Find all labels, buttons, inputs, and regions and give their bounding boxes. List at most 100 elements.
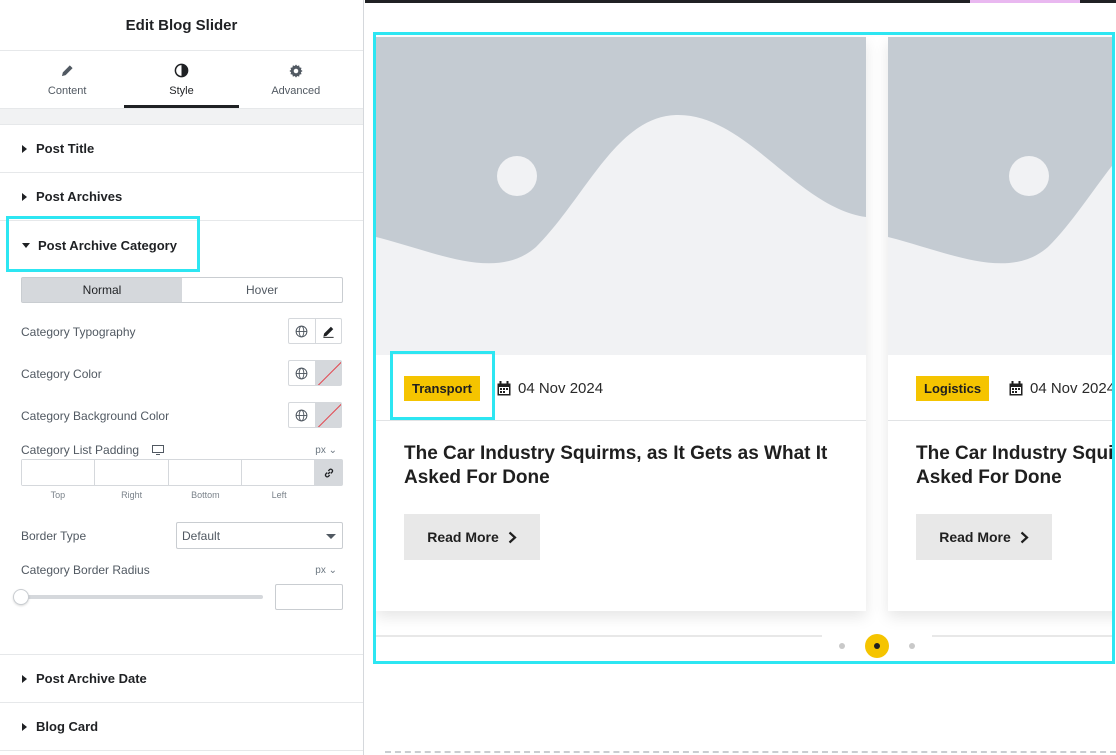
pencil-icon: [61, 63, 74, 79]
color-swatch[interactable]: [315, 361, 341, 385]
read-more-button[interactable]: Read More: [404, 514, 540, 560]
category-bg-color-label: Category Background Color: [21, 409, 170, 423]
section-label: Post Archives: [36, 189, 123, 204]
panel-title: Edit Blog Slider: [0, 0, 363, 51]
state-toggle: Normal Hover: [21, 277, 343, 303]
post-archive-category-controls: Normal Hover Category Typography Categor…: [0, 269, 363, 655]
tab-content[interactable]: Content: [10, 51, 124, 108]
chevron-right-icon: [508, 531, 517, 543]
category-highlight-box: [390, 351, 495, 420]
read-more-label: Read More: [427, 529, 499, 545]
pagination-dot-active[interactable]: [865, 634, 889, 658]
caret-right-icon: [22, 192, 27, 201]
unit-label: px: [315, 445, 326, 456]
tab-style[interactable]: Style: [124, 51, 239, 108]
category-color-controls: [288, 360, 342, 386]
category-typography-controls: [288, 318, 342, 344]
top-strip-accent: [970, 0, 1080, 3]
read-more-label: Read More: [939, 529, 1011, 545]
border-type-label: Border Type: [21, 529, 87, 543]
unit-label: px: [315, 565, 326, 576]
pagination-dot[interactable]: [909, 643, 915, 649]
blog-card[interactable]: Logistics 04 Nov 2024 The Car Industry S…: [888, 37, 1115, 611]
section-label: Post Archive Date: [36, 671, 147, 686]
link-icon[interactable]: [315, 460, 342, 485]
calendar-icon: [497, 381, 511, 396]
dim-label-top: Top: [50, 490, 66, 500]
padding-right-input[interactable]: [95, 460, 169, 485]
gear-icon: [289, 63, 303, 79]
border-type-value: Default: [182, 528, 221, 543]
globe-icon[interactable]: [289, 361, 316, 385]
slider-divider: [376, 635, 1112, 637]
dropdown-arrow-icon: [326, 534, 336, 539]
calendar-icon: [1009, 381, 1023, 396]
padding-label-text: Category List Padding: [21, 443, 140, 457]
padding-bottom-input[interactable]: [168, 460, 242, 485]
post-date: 04 Nov 2024: [1009, 380, 1115, 397]
section-dashed-border: [385, 751, 1116, 753]
section-post-archives[interactable]: Post Archives: [0, 173, 363, 221]
dim-label-right: Right: [121, 490, 143, 500]
section-label: Post Title: [36, 141, 95, 156]
card-meta: Logistics 04 Nov 2024: [888, 355, 1115, 421]
radius-unit-select[interactable]: px ⌄: [315, 565, 337, 576]
padding-left-input[interactable]: [241, 460, 315, 485]
section-label: Blog Card: [36, 719, 99, 734]
editor-panel: Edit Blog Slider Content Style Advanced …: [0, 0, 364, 755]
blog-slider[interactable]: Transport 04 Nov 2024 The Car Industry S…: [373, 32, 1115, 664]
category-typography-label: Category Typography: [21, 325, 136, 339]
state-normal-tab[interactable]: Normal: [22, 278, 182, 302]
category-list-padding-label: Category List Padding: [21, 443, 165, 458]
post-title[interactable]: The Car Industry Squirms, as It Gets as …: [404, 442, 844, 490]
pagination-dot[interactable]: [839, 643, 845, 649]
dim-label-bottom: Bottom: [191, 490, 220, 500]
blog-card[interactable]: Transport 04 Nov 2024 The Car Industry S…: [376, 37, 866, 611]
category-border-radius-label: Category Border Radius: [21, 563, 150, 577]
padding-dimension-labels: Top Right Bottom Left: [21, 490, 316, 500]
read-more-button[interactable]: Read More: [916, 514, 1052, 560]
section-post-archive-category[interactable]: Post Archive Category: [0, 216, 363, 272]
slider-pagination: [822, 631, 932, 661]
placeholder-image: [376, 37, 866, 355]
color-swatch[interactable]: [315, 403, 341, 427]
caret-right-icon: [22, 144, 27, 153]
tab-style-label: Style: [169, 84, 194, 97]
caret-down-icon: [22, 242, 30, 248]
dim-label-left: Left: [271, 490, 287, 500]
panel-tabs: Content Style Advanced: [0, 51, 363, 109]
category-badge[interactable]: Logistics: [916, 376, 990, 401]
section-post-title[interactable]: Post Title: [0, 125, 363, 173]
post-title[interactable]: The Car Industry Squirms, as It Gets as …: [916, 442, 1112, 490]
globe-icon[interactable]: [289, 319, 316, 343]
section-post-archive-date[interactable]: Post Archive Date: [0, 655, 363, 703]
radius-slider-track[interactable]: [21, 595, 263, 599]
state-hover-tab[interactable]: Hover: [182, 278, 342, 302]
pencil-edit-icon[interactable]: [316, 319, 342, 343]
globe-icon[interactable]: [289, 403, 316, 427]
chevron-right-icon: [1020, 531, 1029, 543]
tab-advanced[interactable]: Advanced: [239, 51, 353, 108]
contrast-icon: [174, 63, 189, 79]
padding-unit-select[interactable]: px ⌄: [315, 445, 337, 456]
panel-gap: [0, 109, 363, 125]
desktop-icon[interactable]: [152, 444, 165, 458]
tab-content-label: Content: [47, 84, 87, 97]
radius-value-input[interactable]: [275, 584, 343, 610]
radius-slider-knob[interactable]: [13, 589, 29, 605]
placeholder-image: [888, 37, 1112, 355]
category-color-label: Category Color: [21, 367, 102, 381]
padding-dimensions: [21, 459, 343, 486]
post-date-text: 04 Nov 2024: [518, 380, 604, 397]
preview-canvas: Transport 04 Nov 2024 The Car Industry S…: [365, 0, 1116, 755]
post-date-text: 04 Nov 2024: [1030, 380, 1115, 397]
border-type-select[interactable]: Default: [176, 522, 343, 549]
section-label: Post Archive Category: [38, 237, 177, 253]
post-date: 04 Nov 2024: [497, 380, 603, 397]
padding-top-input[interactable]: [22, 460, 96, 485]
category-bg-color-controls: [288, 402, 342, 428]
caret-right-icon: [22, 722, 27, 731]
section-blog-card[interactable]: Blog Card: [0, 703, 363, 751]
tab-advanced-label: Advanced: [271, 84, 321, 97]
caret-right-icon: [22, 674, 27, 683]
